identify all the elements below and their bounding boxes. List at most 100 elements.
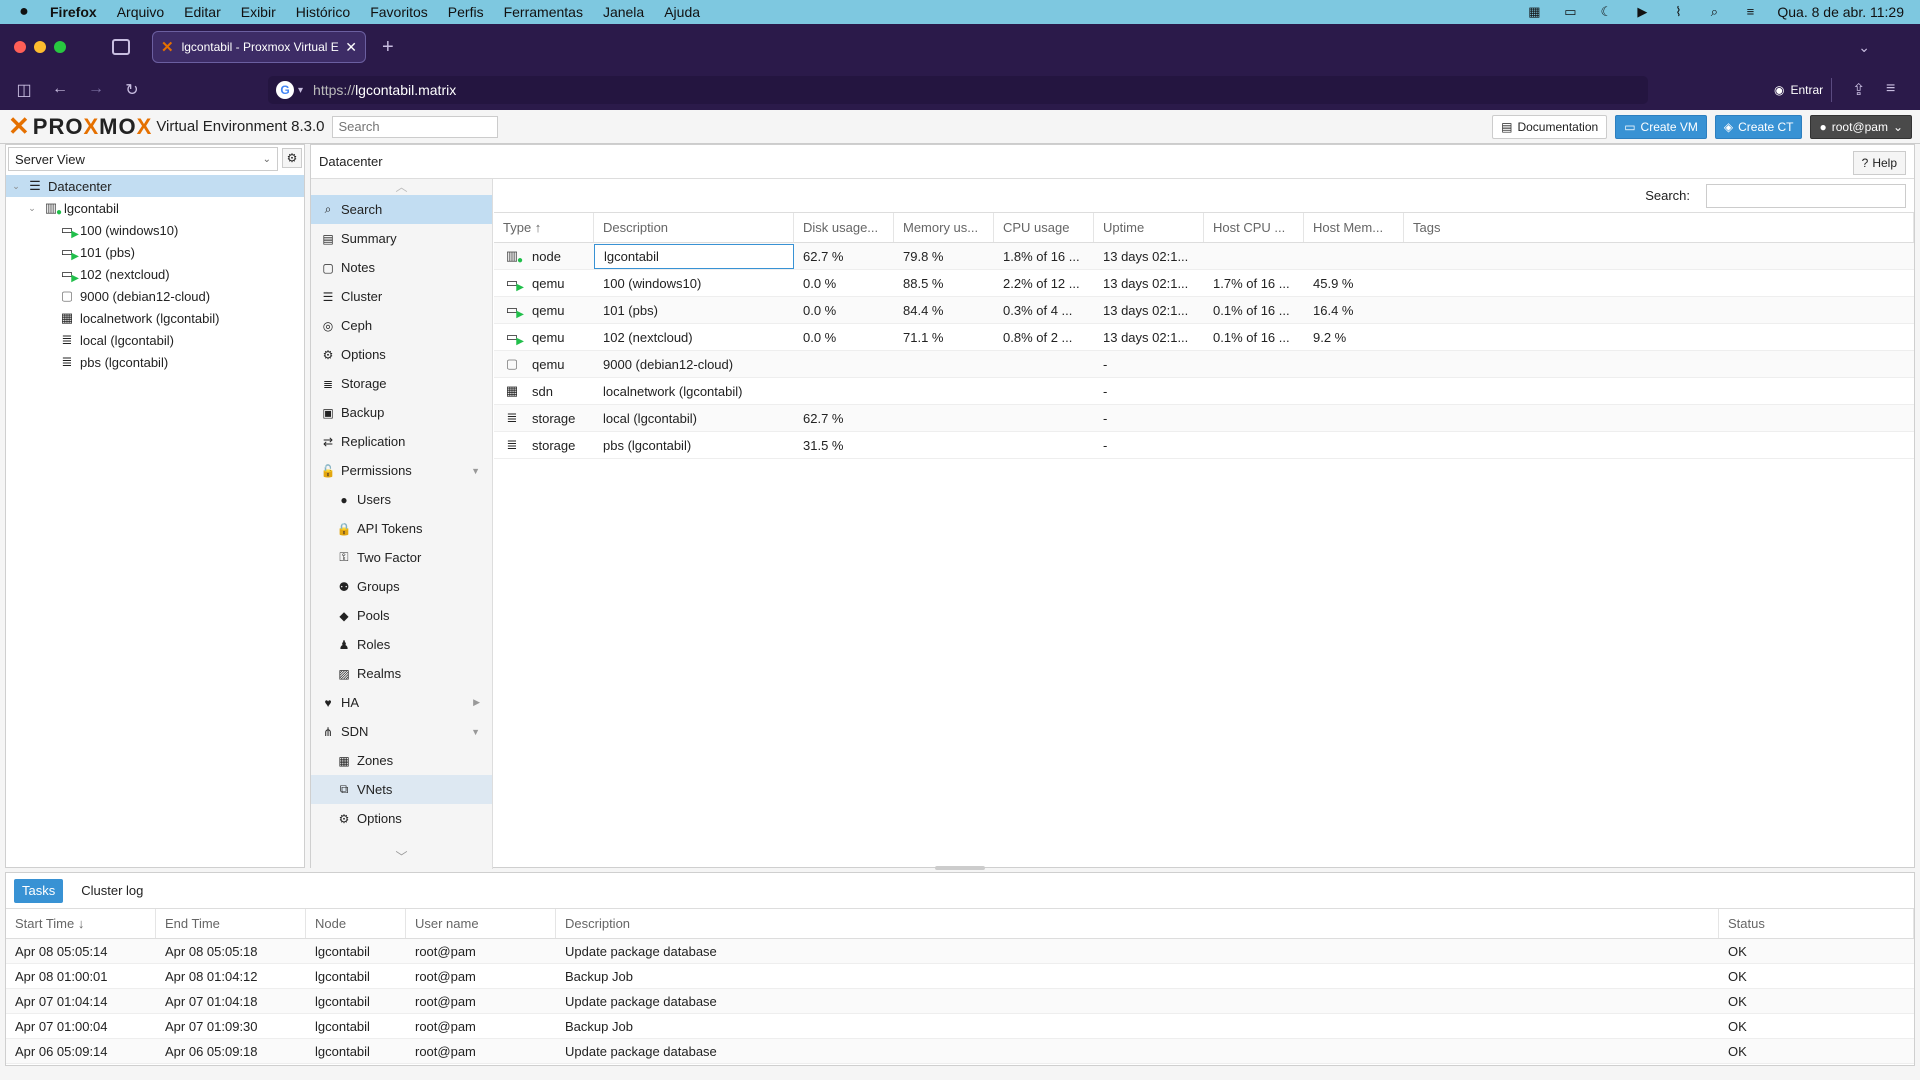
task-row[interactable]: Apr 07 01:04:14 Apr 07 01:04:18 lgcontabil…: [6, 989, 1914, 1014]
apple-icon[interactable]: ●: [16, 3, 32, 21]
menu-item-users[interactable]: ● Users: [311, 485, 492, 514]
tab-cluster-log[interactable]: Cluster log: [73, 879, 151, 903]
chevron-down-icon[interactable]: ﹀: [311, 848, 492, 865]
back-icon[interactable]: ←: [50, 80, 70, 98]
tab-list-chevron-icon[interactable]: ⌄: [1858, 39, 1870, 56]
grid-cell-desc[interactable]: lgcontabil: [594, 244, 794, 269]
menu-item-permissions[interactable]: 🔓 Permissions ▼: [311, 456, 492, 485]
browser-tab-active[interactable]: ✕ lgcontabil - Proxmox Virtual Environme…: [152, 31, 366, 63]
menu-item-backup[interactable]: ▣ Backup: [311, 398, 492, 427]
grid-row[interactable]: ▭ ▶ qemu 100 (windows10) 0.0 % 88.5 % 2.2% of …: [494, 270, 1914, 297]
menu-item-summary[interactable]: ▤ Summary: [311, 224, 492, 253]
chevron-up-icon[interactable]: ︿: [311, 179, 492, 195]
menu-app-name[interactable]: Firefox: [50, 4, 97, 20]
tasks-column-header[interactable]: Status: [1719, 909, 1914, 938]
grid-search-input[interactable]: [1706, 183, 1906, 208]
tree-item-sdn[interactable]: ▦ localnetwork (lgcontabil): [6, 307, 304, 329]
spotlight-search-icon[interactable]: ⌕: [1705, 5, 1723, 19]
tab-close-icon[interactable]: ✕: [345, 39, 357, 56]
minimize-window-icon[interactable]: [34, 41, 46, 53]
tree-item-storage-local[interactable]: ≣ local (lgcontabil): [6, 329, 304, 351]
pve-search-input[interactable]: [332, 115, 499, 138]
menu-item-zones[interactable]: ▦ Zones: [311, 746, 492, 775]
grid-row[interactable]: ▥ ● node lgcontabil 62.7 % 79.8 % 1.8% of 16 .…: [494, 243, 1914, 270]
url-bar[interactable]: G ▾ https:// lgcontabil.matrix: [268, 76, 1648, 104]
grid-column-header[interactable]: Type ↑: [494, 213, 594, 242]
collapse-icon[interactable]: ⌄: [26, 203, 38, 214]
signin-button[interactable]: ◉ Entrar: [1766, 78, 1833, 102]
search-engine-chevron-icon[interactable]: ▾: [298, 85, 303, 96]
wifi-off-icon[interactable]: ⌇: [1669, 5, 1687, 19]
moon-icon[interactable]: ☾: [1597, 5, 1615, 19]
grid-column-header[interactable]: Tags: [1404, 213, 1914, 242]
menu-janela[interactable]: Janela: [603, 4, 644, 20]
documentation-button[interactable]: ▤ Documentation: [1492, 114, 1608, 139]
menu-historico[interactable]: Histórico: [296, 4, 350, 20]
app-menu-icon[interactable]: ≡: [1886, 80, 1895, 98]
tasks-column-header[interactable]: Start Time ↓: [6, 909, 156, 938]
task-row[interactable]: Apr 08 01:00:01 Apr 08 01:04:12 lgcontabil…: [6, 964, 1914, 989]
play-circle-icon[interactable]: ▶: [1633, 5, 1651, 19]
menu-item-ceph[interactable]: ◎ Ceph: [311, 311, 492, 340]
reload-icon[interactable]: ↻: [122, 80, 142, 100]
create-ct-button[interactable]: ◈ Create CT: [1714, 114, 1803, 139]
menu-item-options[interactable]: ⚙ Options: [311, 804, 492, 833]
grid-column-header[interactable]: Host CPU ...: [1204, 213, 1304, 242]
forward-icon[interactable]: →: [86, 80, 106, 98]
close-window-icon[interactable]: [14, 41, 26, 53]
menubar-clock[interactable]: Qua. 8 de abr. 11:29: [1777, 4, 1904, 20]
menu-item-groups[interactable]: ⚉ Groups: [311, 572, 492, 601]
task-row[interactable]: Apr 07 01:00:04 Apr 07 01:09:30 lgcontabil…: [6, 1014, 1914, 1039]
tasks-column-header[interactable]: Node: [306, 909, 406, 938]
new-tab-icon[interactable]: +: [382, 36, 394, 59]
menu-favoritos[interactable]: Favoritos: [370, 4, 428, 20]
menu-item-storage[interactable]: ≣ Storage: [311, 369, 492, 398]
menu-ajuda[interactable]: Ajuda: [664, 4, 700, 20]
tab-tasks[interactable]: Tasks: [14, 878, 64, 903]
help-button[interactable]: ? Help: [1852, 151, 1906, 175]
task-row[interactable]: Apr 08 05:05:14 Apr 08 05:05:18 lgcontabil…: [6, 939, 1914, 964]
menu-item-options[interactable]: ⚙ Options: [311, 340, 492, 369]
menu-item-sdn[interactable]: ⋔ SDN ▼: [311, 717, 492, 746]
extensions-icon[interactable]: ⇪: [1852, 80, 1865, 100]
grid-row[interactable]: ▭ ▶ qemu 101 (pbs) 0.0 % 84.4 % 0.3% of 4 ... 1…: [494, 297, 1914, 324]
tree-item-vm-101[interactable]: ▭ ▶ 101 (pbs): [6, 241, 304, 263]
grid-column-header[interactable]: CPU usage: [994, 213, 1094, 242]
tree-item-vm-102[interactable]: ▭ ▶ 102 (nextcloud): [6, 263, 304, 285]
grid-row[interactable]: ▢ qemu 9000 (debian12-cloud) -: [494, 351, 1914, 378]
sidebar-toggle-icon[interactable]: ◫: [14, 80, 34, 100]
tree-item-template-9000[interactable]: ▢ 9000 (debian12-cloud): [6, 285, 304, 307]
menu-item-two-factor[interactable]: ⚿ Two Factor: [311, 543, 492, 572]
menu-item-notes[interactable]: ▢ Notes: [311, 253, 492, 282]
collapse-icon[interactable]: ⌄: [10, 181, 22, 192]
grid-column-header[interactable]: Description: [594, 213, 794, 242]
grid-column-header[interactable]: Memory us...: [894, 213, 994, 242]
menu-perfis[interactable]: Perfis: [448, 4, 484, 20]
menu-item-cluster[interactable]: ☰ Cluster: [311, 282, 492, 311]
grid-row[interactable]: ▦ sdn localnetwork (lgcontabil) -: [494, 378, 1914, 405]
chevron-down-icon[interactable]: ▼: [471, 466, 480, 476]
menu-item-realms[interactable]: ▨ Realms: [311, 659, 492, 688]
grid-column-header[interactable]: Uptime: [1094, 213, 1204, 242]
grid-row[interactable]: ≣ storage pbs (lgcontabil) 31.5 % -: [494, 432, 1914, 459]
menu-ferramentas[interactable]: Ferramentas: [504, 4, 583, 20]
grid-row[interactable]: ≣ storage local (lgcontabil) 62.7 % -: [494, 405, 1914, 432]
grid-column-header[interactable]: Disk usage...: [794, 213, 894, 242]
panel-splitter[interactable]: [935, 866, 985, 870]
grid-row[interactable]: ▭ ▶ qemu 102 (nextcloud) 0.0 % 71.1 % 0.8% of …: [494, 324, 1914, 351]
menu-item-vnets[interactable]: ⧉ VNets: [311, 775, 492, 804]
create-vm-button[interactable]: ▭ Create VM: [1615, 114, 1707, 139]
menu-item-search[interactable]: ⌕ Search: [311, 195, 492, 224]
tab-overview-icon[interactable]: [112, 39, 130, 55]
view-select[interactable]: Server View ⌄: [8, 147, 278, 171]
google-icon[interactable]: G: [276, 81, 294, 99]
docker-icon[interactable]: ▦: [1525, 5, 1543, 19]
menu-item-api-tokens[interactable]: 🔒 API Tokens: [311, 514, 492, 543]
user-menu-button[interactable]: ● root@pam ⌄: [1810, 114, 1912, 139]
menu-item-ha[interactable]: ♥ HA ▶: [311, 688, 492, 717]
menu-exibir[interactable]: Exibir: [241, 4, 276, 20]
tree-item-storage-pbs[interactable]: ≣ pbs (lgcontabil): [6, 351, 304, 373]
control-center-icon[interactable]: ≡: [1741, 5, 1759, 19]
screen-share-icon[interactable]: ▭: [1561, 5, 1579, 19]
menu-item-pools[interactable]: ◆ Pools: [311, 601, 492, 630]
